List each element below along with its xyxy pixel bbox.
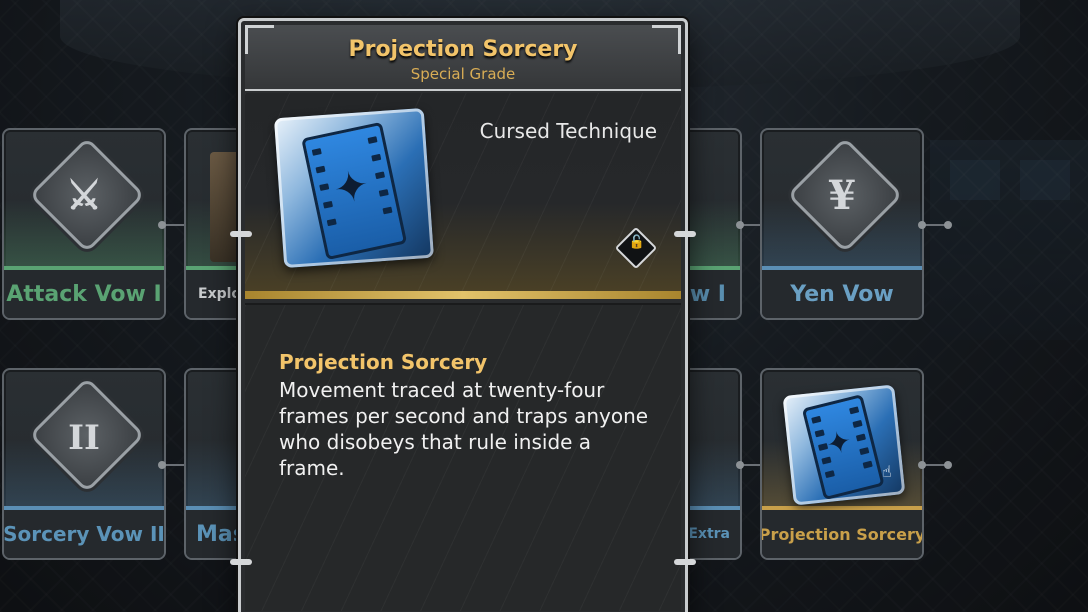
frame-pin [230,559,252,565]
popup-title: Projection Sorcery [348,37,578,62]
technique-hero: ✦ Cursed Technique 🔓 [245,93,681,293]
yen-icon: ¥ [828,172,856,219]
cursor-icon: ☝ [882,462,892,481]
vow-card-sorcery-vow-ii[interactable]: II Sorcery Vow II [2,368,166,560]
technique-type: Cursed Technique [479,119,657,143]
frame-pin [674,231,696,237]
vow-label: Sorcery Vow II [4,510,164,558]
vow-card-projection-sorcery[interactable]: ✦ Projection Sorcery ☝ [760,368,924,560]
vow-connector [918,221,952,229]
game-scene: ⚔ Attack Vow I Exploc w I ¥ Yen Vow II S… [0,0,1088,612]
vow-connector [918,461,952,469]
unlock-icon[interactable]: 🔓 [626,235,648,250]
description-panel: Projection Sorcery Movement traced at tw… [245,303,681,611]
vow-label: Yen Vow [762,270,922,318]
sparkle-icon: ✦ [328,159,374,215]
rarity-bar [245,291,681,299]
frame-pin [674,559,696,565]
popup-header: Projection Sorcery Special Grade [245,25,681,91]
frame-pin [230,231,252,237]
crossed-swords-icon: ⚔ [66,172,102,219]
vow-label: Projection Sorcery [762,510,922,558]
film-strip-icon: ✦ [782,384,906,506]
vow-card-attack-vow-i[interactable]: ⚔ Attack Vow I [2,128,166,320]
vow-label: Attack Vow I [4,270,164,318]
description-text: Movement traced at twenty-four frames pe… [279,378,649,480]
grade-label: Special Grade [410,65,516,83]
film-strip-icon: ✦ [273,107,435,269]
description-title: Projection Sorcery [279,350,488,374]
roman-two-icon: II [68,418,100,458]
technique-detail-popup: Projection Sorcery Special Grade ✦ Curse… [238,18,688,612]
vow-card-yen-vow[interactable]: ¥ Yen Vow [760,128,924,320]
